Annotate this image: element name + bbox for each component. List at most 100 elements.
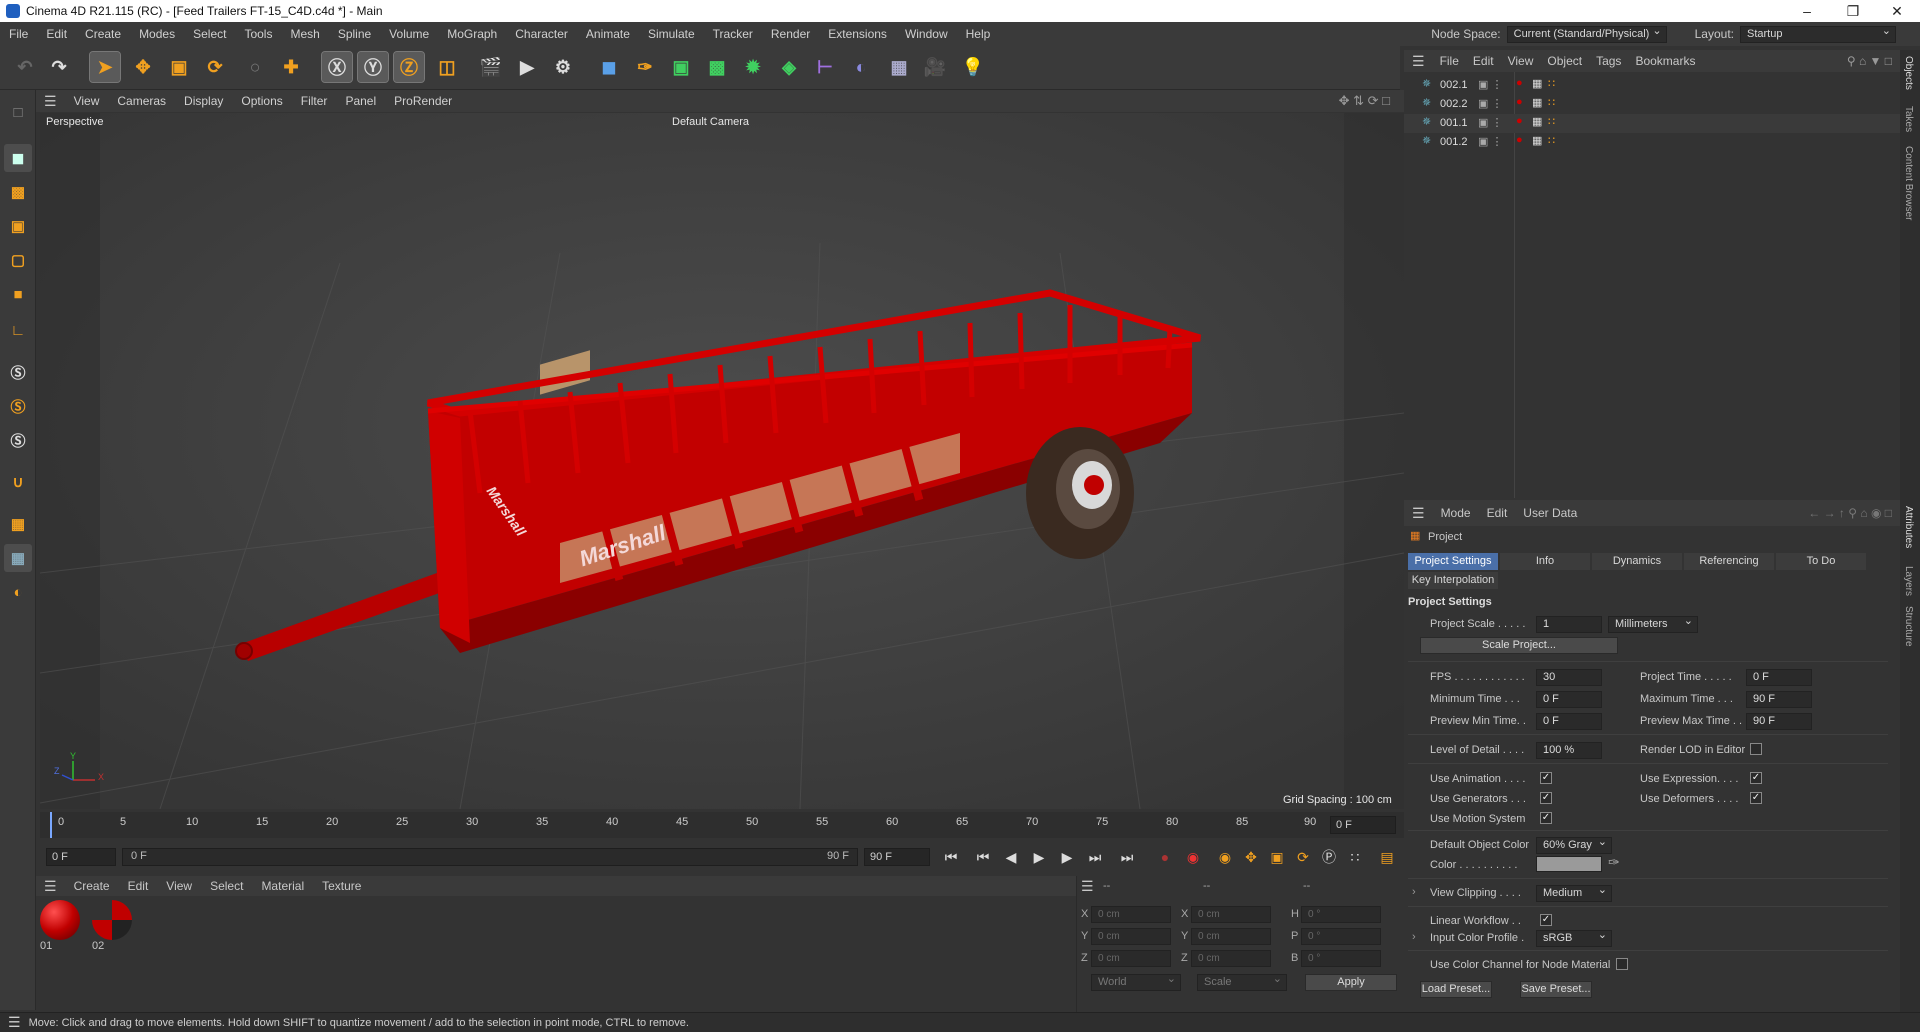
render-settings-icon[interactable]: ⚙	[548, 52, 578, 82]
tab-info[interactable]: Info	[1500, 553, 1590, 570]
object-menu-edit[interactable]: Edit	[1466, 54, 1501, 68]
object-name[interactable]: 002.2	[1440, 98, 1468, 110]
rotation-h-field[interactable]: 0 °	[1301, 906, 1381, 923]
rotation-p-field[interactable]: 0 °	[1301, 928, 1381, 945]
end-frame-field[interactable]: 90 F	[864, 848, 930, 866]
menu-file[interactable]: File	[0, 27, 37, 41]
material-tag-icon[interactable]: ●	[1516, 96, 1523, 108]
object-menu-object[interactable]: Object	[1540, 54, 1589, 68]
default-color-dropdown[interactable]: 60% Gray	[1536, 835, 1612, 854]
uvw-tag-icon[interactable]: ∷	[1548, 96, 1555, 109]
preview-max-field[interactable]: 90 F	[1746, 713, 1812, 730]
linear-workflow-checkbox[interactable]: ✓	[1540, 914, 1552, 926]
project-time-field[interactable]: 0 F	[1746, 669, 1812, 686]
use-animation-checkbox[interactable]: ✓	[1540, 772, 1552, 784]
material-tag-icon[interactable]: ●	[1516, 115, 1523, 127]
playhead[interactable]	[50, 812, 52, 838]
position-x-field[interactable]: 0 cm	[1091, 906, 1171, 923]
key-selection-icon[interactable]: ◉	[1214, 846, 1236, 868]
make-editable-icon[interactable]: □	[4, 98, 32, 126]
menu-render[interactable]: Render	[762, 27, 819, 41]
texture-tag-icon[interactable]: ▦	[1532, 96, 1542, 109]
rotate-icon[interactable]: ⟳	[200, 52, 230, 82]
visibility-icon[interactable]: ▣ ⋮	[1478, 78, 1502, 91]
expand-arrow-icon[interactable]: ›	[1412, 886, 1416, 898]
preview-min-field[interactable]: 0 F	[1536, 713, 1602, 730]
menu-animate[interactable]: Animate	[577, 27, 639, 41]
range-slider[interactable]: 0 F 90 F	[122, 848, 858, 866]
undo-icon[interactable]: ↶	[10, 52, 40, 82]
world-dropdown[interactable]: World	[1091, 972, 1181, 991]
menu-window[interactable]: Window	[896, 27, 957, 41]
hamburger-icon[interactable]: ☰	[36, 878, 65, 895]
material-menu-material[interactable]: Material	[252, 879, 313, 893]
use-expression-checkbox[interactable]: ✓	[1750, 772, 1762, 784]
node-space-dropdown[interactable]: Current (Standard/Physical)	[1506, 24, 1667, 43]
material-menu-texture[interactable]: Texture	[313, 879, 370, 893]
tab-takes[interactable]: Takes	[1903, 106, 1914, 132]
tab-project-settings[interactable]: Project Settings	[1408, 553, 1498, 570]
object-row[interactable]: ✵ 001.2 ▣ ⋮ ● ▦ ∷	[1404, 133, 1900, 152]
color-swatch[interactable]	[1536, 856, 1602, 872]
use-motion-checkbox[interactable]: ✓	[1540, 812, 1552, 824]
object-menu-file[interactable]: File	[1433, 54, 1466, 68]
goto-start-icon[interactable]: ⏮	[940, 846, 962, 868]
texture-mode-icon[interactable]: ▩	[4, 178, 32, 206]
tab-content-browser[interactable]: Content Browser	[1903, 146, 1914, 220]
cube-icon[interactable]: ◼	[594, 52, 624, 82]
size-y-field[interactable]: 0 cm	[1191, 928, 1271, 945]
units-dropdown[interactable]: Millimeters	[1608, 614, 1698, 633]
visibility-icon[interactable]: ▣ ⋮	[1478, 97, 1502, 110]
viewport-menu-view[interactable]: View	[65, 94, 109, 108]
use-deformers-checkbox[interactable]: ✓	[1750, 792, 1762, 804]
coordinate-system-icon[interactable]: ◫	[432, 52, 462, 82]
menu-volume[interactable]: Volume	[380, 27, 438, 41]
viewport-menu-options[interactable]: Options	[232, 94, 291, 108]
load-preset-button[interactable]: Load Preset...	[1420, 981, 1492, 998]
fps-field[interactable]: 30	[1536, 669, 1602, 686]
viewport-nav-icons[interactable]: ✥ ⇅ ⟳ □	[1339, 93, 1390, 109]
save-preset-button[interactable]: Save Preset...	[1520, 981, 1592, 998]
x-axis-icon[interactable]: Ⓧ	[321, 51, 353, 83]
menu-character[interactable]: Character	[506, 27, 577, 41]
close-button[interactable]: ✕	[1874, 0, 1920, 22]
prev-frame-icon[interactable]: ◀	[1000, 846, 1022, 868]
hamburger-icon[interactable]: ☰	[1404, 505, 1433, 522]
viewport-menu-display[interactable]: Display	[175, 94, 232, 108]
material-menu-view[interactable]: View	[157, 879, 201, 893]
uvw-tag-icon[interactable]: ∷	[1548, 77, 1555, 90]
menu-help[interactable]: Help	[957, 27, 1000, 41]
tab-referencing[interactable]: Referencing	[1684, 553, 1774, 570]
attr-menu-mode[interactable]: Mode	[1433, 506, 1479, 520]
layout-dropdown[interactable]: Startup	[1740, 24, 1896, 43]
scale-project-button[interactable]: Scale Project...	[1420, 637, 1618, 654]
edges-mode-icon[interactable]: ▢	[4, 246, 32, 274]
timeline-layout-icon[interactable]: ▤	[1376, 846, 1398, 868]
mograph-cloner-icon[interactable]: ✹	[738, 52, 768, 82]
maximize-button[interactable]: ❐	[1830, 0, 1876, 22]
key-parameter-icon[interactable]: Ⓟ	[1318, 846, 1340, 868]
object-row[interactable]: ✵ 002.2 ▣ ⋮ ● ▦ ∷	[1404, 95, 1900, 114]
object-row[interactable]: ✵ 002.1 ▣ ⋮ ● ▦ ∷	[1404, 76, 1900, 95]
uvw-tag-icon[interactable]: ∷	[1548, 134, 1555, 147]
camera-label[interactable]: Default Camera	[672, 116, 749, 128]
key-scale-icon[interactable]: ▣	[1266, 846, 1288, 868]
min-time-field[interactable]: 0 F	[1536, 691, 1602, 708]
input-profile-dropdown[interactable]: sRGB	[1536, 928, 1612, 947]
size-z-field[interactable]: 0 cm	[1191, 950, 1271, 967]
deformer-icon[interactable]: ◈	[774, 52, 804, 82]
add-icon[interactable]: ✚	[276, 52, 306, 82]
tab-objects[interactable]: Objects	[1903, 56, 1914, 90]
points-mode-icon[interactable]: ▣	[4, 212, 32, 240]
uvw-tag-icon[interactable]: ∷	[1548, 115, 1555, 128]
tab-to-do[interactable]: To Do	[1776, 553, 1866, 570]
hamburger-icon[interactable]: ☰	[0, 1014, 29, 1031]
z-axis-icon[interactable]: Ⓩ	[393, 51, 425, 83]
effector-icon[interactable]: ◐	[846, 52, 876, 82]
texture-tag-icon[interactable]: ▦	[1532, 115, 1542, 128]
3d-viewport[interactable]: Marshall Marshall Perspective Default Ca…	[40, 113, 1404, 809]
magnet-icon[interactable]: ∪	[4, 468, 32, 496]
visibility-icon[interactable]: ▣ ⋮	[1478, 116, 1502, 129]
viewport-menu-prorender[interactable]: ProRender	[385, 94, 461, 108]
render-view-icon[interactable]: 🎬	[476, 52, 506, 82]
